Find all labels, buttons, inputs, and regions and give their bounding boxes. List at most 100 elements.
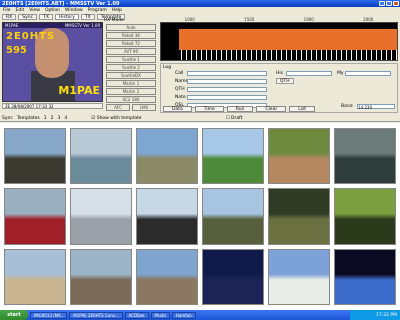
- mode-button-3[interactable]: AVT 90: [106, 48, 156, 55]
- menu-item-file[interactable]: File: [3, 8, 11, 13]
- spectrum-display: [160, 22, 398, 61]
- gallery-thumbnail[interactable]: [136, 128, 198, 185]
- gallery-thumbnail[interactable]: [268, 248, 330, 305]
- log-input-qth[interactable]: [187, 87, 267, 92]
- mode-foot: AFC LMS: [104, 103, 158, 111]
- tab-sync[interactable]: Sync: [2, 116, 13, 121]
- log-button-list[interactable]: List: [289, 106, 316, 112]
- rx-second-callsign-text: M1PAE: [58, 84, 100, 97]
- mode-foot-button-1[interactable]: LMS: [132, 104, 156, 111]
- gallery-thumbnail[interactable]: [4, 248, 66, 305]
- rx-image-header-right: MMSSTV Ver 1.09: [64, 23, 100, 28]
- menu-item-view[interactable]: View: [29, 8, 40, 13]
- mode-button-0[interactable]: Auto: [106, 24, 156, 31]
- mode-button-4[interactable]: Scottie 1: [106, 56, 156, 63]
- menu-item-edit[interactable]: Edit: [16, 8, 25, 13]
- gallery-thumbnail[interactable]: [202, 128, 264, 185]
- minimize-button[interactable]: [379, 1, 385, 6]
- system-tray: 17:32 PM: [350, 310, 400, 320]
- mode-button-9[interactable]: SC2 180: [106, 96, 156, 103]
- log-label-call: Call: [175, 71, 184, 76]
- gallery-thumbnail[interactable]: [136, 188, 198, 245]
- tab-3[interactable]: 3: [58, 116, 61, 121]
- menu-item-option[interactable]: Option: [45, 8, 60, 13]
- log-button-time[interactable]: Time: [194, 106, 224, 112]
- log-button-clear[interactable]: Clear: [256, 106, 287, 112]
- qth-button[interactable]: QTH: [276, 78, 294, 84]
- log-label-his: His: [276, 71, 283, 76]
- draft-checkbox[interactable]: ☐ Draft: [226, 116, 243, 121]
- image-gallery: [0, 123, 400, 310]
- maximize-button[interactable]: [386, 1, 392, 6]
- log-label-qth: QTH: [175, 87, 185, 92]
- mode-button-2[interactable]: Robot 72: [106, 40, 156, 47]
- toolbar-button-4[interactable]: TX: [80, 14, 95, 20]
- rx-image-panel: M1PAE MMSSTV Ver 1.09 2E0HTS 595 M1PAE: [2, 22, 103, 102]
- taskbar-item-1[interactable]: M1PAE 2E0HTS Conv...: [69, 311, 123, 319]
- log-input-name[interactable]: [187, 79, 267, 84]
- taskbar-item-4[interactable]: Hamfan: [171, 311, 196, 319]
- window-title: 2E0HTS [2E0HTS.ABT] - MMSSTV Ver 1.09: [2, 0, 120, 7]
- log-title: Log: [163, 65, 172, 70]
- gallery-thumbnail[interactable]: [4, 188, 66, 245]
- toolbar-button-2[interactable]: TX: [39, 14, 53, 20]
- toolbar-button-3[interactable]: History: [54, 14, 79, 20]
- menu-item-program[interactable]: Program: [88, 8, 107, 13]
- toolbar-button-1[interactable]: Sync: [18, 14, 38, 20]
- title-bar: 2E0HTS [2E0HTS.ABT] - MMSSTV Ver 1.09: [0, 0, 400, 7]
- gallery-thumbnail[interactable]: [334, 248, 396, 305]
- rx-status-text: 2E 28/08/2007 17:33 32: [5, 103, 54, 109]
- toolbar-button-0[interactable]: RX: [2, 14, 17, 20]
- gallery-thumbnail[interactable]: [202, 188, 264, 245]
- mode-button-1[interactable]: Robot 36: [106, 32, 156, 39]
- mode-button-6[interactable]: ScottieDX: [106, 72, 156, 79]
- gallery-tabs: Sync Templates 1 2 3 4 ☑ Show with template ☐ D…: [0, 115, 400, 122]
- tab-0[interactable]: Templates: [17, 116, 40, 121]
- tab-1[interactable]: 1: [44, 116, 47, 121]
- gallery-thumbnail[interactable]: [136, 248, 198, 305]
- gallery-thumbnail[interactable]: [334, 128, 396, 185]
- start-button[interactable]: start: [0, 310, 28, 320]
- taskbar-item-0[interactable]: IMG0013 (M6..: [30, 311, 68, 319]
- tab-4[interactable]: 4: [64, 116, 67, 121]
- gallery-thumbnail[interactable]: [70, 188, 132, 245]
- menu-item-help[interactable]: Help: [112, 8, 122, 13]
- waterfall-signal: [179, 29, 397, 51]
- rx-status-bar: 2E 28/08/2007 17:33 32: [2, 103, 103, 109]
- log-input-his[interactable]: [286, 71, 332, 76]
- log-buttons: Data Time Run Clear List: [160, 106, 398, 114]
- mode-foot-button-0[interactable]: AFC: [106, 104, 130, 111]
- mode-button-8[interactable]: Martin 2: [106, 88, 156, 95]
- rx-image-header-left: M1PAE: [5, 23, 19, 28]
- gallery-thumbnail[interactable]: [202, 248, 264, 305]
- gallery-thumbnail[interactable]: [70, 248, 132, 305]
- gallery-thumbnail[interactable]: [70, 128, 132, 185]
- gallery-thumbnail[interactable]: [268, 128, 330, 185]
- rx-report-text: 595: [6, 45, 27, 56]
- menu-item-window[interactable]: Window: [65, 8, 83, 13]
- rx-mode-title: RX Mode: [104, 18, 124, 23]
- clock: 17:32 PM: [376, 312, 397, 318]
- taskbar-item-3[interactable]: Photo: [150, 311, 170, 319]
- gallery-thumbnail[interactable]: [334, 188, 396, 245]
- log-input-my[interactable]: [345, 71, 391, 76]
- waterfall-noise: [179, 50, 397, 60]
- rx-callsign-text: 2E0HTS: [6, 31, 56, 42]
- log-input-call[interactable]: [187, 71, 267, 76]
- tab-2[interactable]: 2: [51, 116, 54, 121]
- task-list: IMG0013 (M6.. M1PAE 2E0HTS Conv... ACDSee P…: [30, 311, 196, 319]
- log-input-note[interactable]: [187, 95, 267, 100]
- mode-button-5[interactable]: Scottie 2: [106, 64, 156, 71]
- show-with-template-checkbox[interactable]: ☑ Show with template: [91, 116, 141, 121]
- mode-button-7[interactable]: Martin 1: [106, 80, 156, 87]
- rx-mode-panel: RX Mode Auto Robot 36 Robot 72 AVT 90 Scottie…: [104, 18, 158, 118]
- gallery-thumbnail[interactable]: [268, 188, 330, 245]
- log-button-run[interactable]: Run: [226, 106, 254, 112]
- taskbar: start IMG0013 (M6.. M1PAE 2E0HTS Conv... A…: [0, 310, 400, 320]
- gallery-thumbnail[interactable]: [4, 128, 66, 185]
- log-button-data[interactable]: Data: [163, 106, 192, 112]
- taskbar-item-2[interactable]: ACDSee: [124, 311, 149, 319]
- log-label-note: Note: [175, 95, 186, 100]
- close-button[interactable]: [393, 1, 399, 6]
- log-label-my: My: [337, 71, 344, 76]
